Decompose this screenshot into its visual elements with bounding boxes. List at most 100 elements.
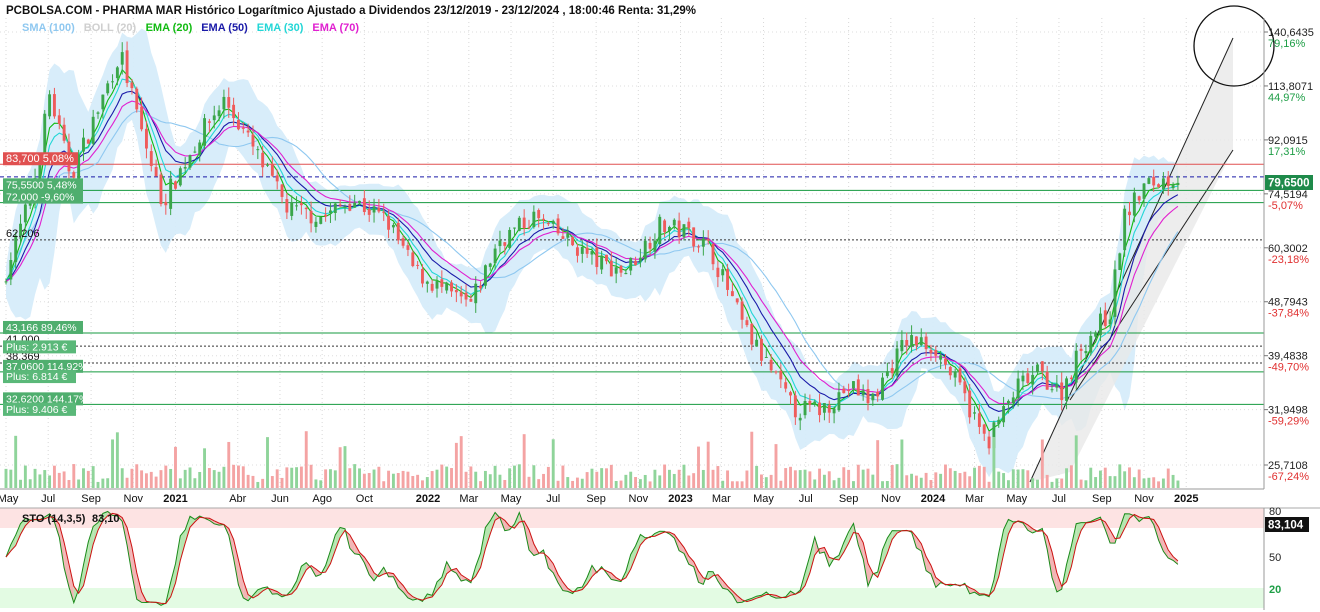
axis-pct-label: -49,70% [1268, 362, 1309, 374]
candle-body [522, 217, 526, 229]
candle-body [469, 299, 473, 302]
volume-bar [479, 481, 483, 488]
volume-bar [159, 470, 163, 488]
volume-bar [905, 475, 909, 488]
volume-bar [953, 470, 957, 488]
candle-body [682, 224, 686, 237]
candle-body [450, 282, 453, 292]
candle-body [1084, 351, 1088, 354]
candle-body [779, 370, 783, 380]
volume-bar [997, 471, 1001, 488]
candle-body [987, 436, 991, 449]
volume-bar [522, 434, 526, 488]
candle-body [803, 400, 807, 416]
volume-bar [968, 476, 972, 488]
sto-box-value: 83,104 [1268, 520, 1304, 532]
candle-body [784, 382, 788, 389]
candle-body [687, 221, 691, 228]
volume-bar [425, 477, 429, 488]
volume-bar [595, 471, 599, 488]
volume-bar [440, 464, 444, 488]
volume-bar [106, 478, 110, 488]
volume-bar [1142, 478, 1146, 488]
volume-bar [421, 480, 424, 488]
candle-body [1113, 269, 1117, 317]
candle-body [1132, 192, 1136, 216]
candle-body [852, 381, 855, 389]
candle-body [309, 210, 313, 224]
candle-body [808, 400, 812, 405]
candle-body [895, 348, 899, 376]
candle-body [329, 210, 332, 213]
volume-bar [1055, 478, 1059, 488]
volume-bar [919, 477, 923, 488]
volume-bar [33, 468, 37, 488]
candle-body [159, 174, 163, 205]
candle-body [86, 139, 90, 144]
volume-bar [667, 469, 671, 488]
candle-body [387, 216, 391, 230]
volume-bar [295, 467, 299, 488]
volume-bar [789, 466, 792, 488]
candle-body [885, 371, 889, 377]
volume-bar [532, 465, 536, 488]
volume-bar [266, 437, 269, 488]
volume-bar [629, 471, 633, 488]
candle-body [914, 336, 918, 346]
volume-bar [164, 465, 168, 488]
candle-body [963, 381, 967, 394]
volume-bar [881, 481, 884, 488]
volume-bar [716, 466, 720, 488]
volume-bar [701, 469, 705, 488]
candle-body [1137, 196, 1141, 201]
candle-body [750, 323, 754, 345]
volume-bar [769, 474, 773, 488]
volume-bar [861, 469, 865, 488]
candle-body [1098, 313, 1102, 336]
volume-bar [38, 474, 42, 488]
volume-bar [876, 440, 880, 488]
candle-body [721, 269, 725, 276]
sto-oversold-zone [0, 588, 1264, 608]
volume-bar [1157, 481, 1161, 488]
candle-body [871, 393, 875, 401]
candle-body [421, 269, 424, 284]
candle-body [193, 151, 197, 153]
candle-body [130, 82, 134, 89]
candle-body [319, 216, 323, 224]
volume-bar [367, 473, 371, 488]
volume-bar [227, 441, 231, 488]
volume-bar [634, 477, 637, 488]
volume-bar [251, 475, 255, 488]
candle-body [9, 260, 13, 280]
volume-bar [1060, 478, 1064, 488]
volume-bar [140, 470, 144, 488]
candle-body [919, 337, 923, 346]
candle-body [1128, 211, 1131, 216]
candle-body [174, 181, 177, 189]
volume-bar [57, 472, 61, 488]
volume-bar [987, 481, 991, 488]
candle-body [140, 106, 144, 130]
volume-bar [498, 474, 502, 488]
volume-bar [561, 465, 565, 488]
volume-bar [1094, 477, 1098, 488]
candle-body [4, 281, 8, 283]
candle-body [1016, 378, 1020, 399]
volume-bar [314, 479, 318, 488]
candle-body [953, 371, 957, 378]
volume-bar [895, 464, 899, 488]
volume-bar [62, 471, 66, 488]
candle-body [614, 267, 618, 274]
candle-body [125, 50, 129, 84]
volume-bar [82, 468, 85, 488]
candle-body [1171, 184, 1175, 189]
candle-body [513, 227, 516, 229]
candle-body [667, 226, 671, 232]
volume-bar [52, 465, 56, 488]
candle-body [624, 273, 628, 275]
volume-bar [343, 446, 347, 488]
volume-bar [566, 477, 570, 488]
volume-bar [764, 477, 768, 488]
volume-bar [963, 471, 967, 488]
